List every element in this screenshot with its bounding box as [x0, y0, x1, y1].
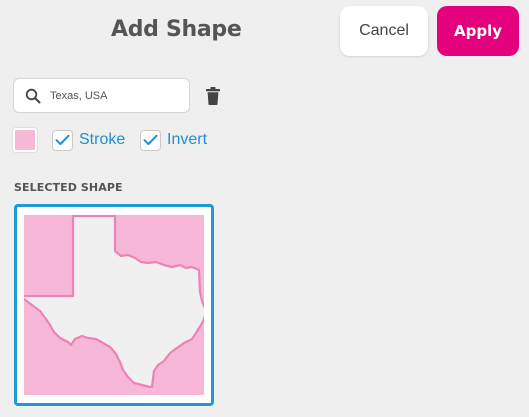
location-search-box[interactable] — [13, 78, 190, 113]
fill-color-swatch[interactable] — [13, 128, 37, 152]
invert-checkbox[interactable] — [140, 129, 161, 151]
texas-shape-preview — [24, 215, 204, 395]
selected-shape-heading: SELECTED SHAPE — [14, 181, 123, 194]
dialog-title: Add Shape — [111, 17, 242, 42]
search-icon — [25, 88, 41, 104]
invert-option[interactable]: Invert — [140, 128, 207, 152]
invert-label: Invert — [167, 131, 208, 148]
location-search-input[interactable] — [50, 85, 182, 107]
cancel-button[interactable]: Cancel — [340, 6, 428, 56]
trash-icon[interactable] — [205, 86, 221, 106]
checkmark-icon — [143, 134, 158, 145]
selected-shape-card[interactable] — [14, 204, 214, 406]
stroke-checkbox[interactable] — [52, 129, 73, 151]
stroke-label: Stroke — [79, 131, 126, 148]
checkmark-icon — [55, 134, 70, 145]
add-shape-dialog: Add Shape Cancel Apply Stroke — [0, 0, 529, 417]
stroke-option[interactable]: Stroke — [52, 128, 125, 152]
apply-button[interactable]: Apply — [437, 6, 519, 56]
